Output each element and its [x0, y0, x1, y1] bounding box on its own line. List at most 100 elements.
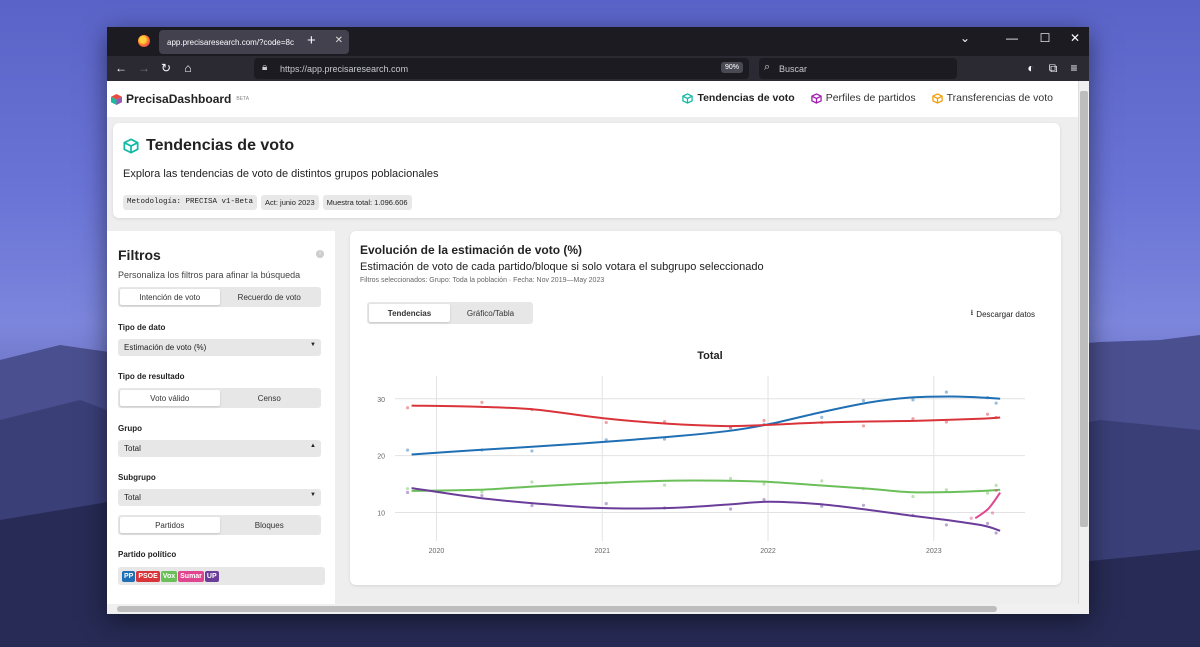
- data-point: [762, 482, 766, 486]
- tab-voto-valido[interactable]: Voto válido: [120, 390, 220, 406]
- data-point: [405, 487, 410, 491]
- back-icon[interactable]: ←: [112, 61, 130, 75]
- group-label: Grupo: [118, 424, 142, 433]
- lock-icon[interactable]: 🔒︎: [262, 62, 267, 73]
- data-point: [994, 401, 998, 405]
- brand-logo[interactable]: PrecisaDashboard BETA: [111, 92, 249, 106]
- group-value: Total: [124, 444, 141, 453]
- search-placeholder: Buscar: [779, 63, 808, 74]
- horizontal-scroll-thumb[interactable]: [117, 606, 997, 612]
- data-point: [861, 398, 866, 403]
- chart-title: Total: [697, 350, 722, 362]
- chart-card: Evolución de la estimación de voto (%) E…: [350, 231, 1061, 585]
- cube-icon: [810, 92, 822, 104]
- search-bar[interactable]: ⌕ Buscar: [759, 58, 957, 79]
- vertical-scroll-thumb[interactable]: [1080, 91, 1088, 527]
- close-window-icon[interactable]: ✕: [1065, 31, 1085, 45]
- dropdown-arrow-icon: ▼: [310, 492, 316, 498]
- data-type-value: Estimación de voto (%): [124, 343, 207, 352]
- data-point: [480, 490, 484, 494]
- site-navbar: PrecisaDashboard BETA Tendencias de voto…: [107, 81, 1089, 117]
- data-point: [530, 504, 534, 508]
- data-point: [728, 476, 733, 481]
- zoom-level[interactable]: 90%: [720, 62, 743, 73]
- reload-icon[interactable]: ↻: [157, 61, 175, 75]
- url-bar[interactable]: 🔒︎ https://app.precisaresearch.com 90%: [254, 58, 749, 79]
- data-point: [762, 418, 766, 423]
- data-point: [944, 488, 948, 492]
- tab-recuerdo[interactable]: Recuerdo de voto: [220, 289, 320, 305]
- profile-icon[interactable]: ◐: [1022, 61, 1040, 75]
- result-type-label: Tipo de resultado: [118, 372, 185, 381]
- data-point: [911, 398, 915, 402]
- x-tick-label: 2020: [429, 548, 445, 555]
- group-select[interactable]: Total ▲: [118, 440, 321, 457]
- data-point: [861, 424, 866, 428]
- party-chips: PP PSOE Vox Sumar UP: [118, 567, 325, 585]
- data-point: [762, 497, 766, 502]
- subgroup-select[interactable]: Total ▼: [118, 489, 321, 506]
- home-icon[interactable]: ⌂: [179, 61, 197, 75]
- party-label: Partido político: [118, 550, 177, 559]
- close-tab-icon[interactable]: ✕: [335, 35, 343, 46]
- info-icon[interactable]: i: [316, 250, 324, 258]
- tab-partidos[interactable]: Partidos: [120, 517, 220, 533]
- new-tab-icon[interactable]: +: [307, 32, 316, 49]
- data-point: [985, 521, 990, 526]
- tab-list-icon[interactable]: ⌄: [955, 31, 975, 45]
- party-chip-psoe[interactable]: PSOE: [136, 570, 160, 582]
- menu-icon[interactable]: ≡: [1065, 61, 1083, 75]
- minimize-icon[interactable]: —: [1002, 31, 1022, 45]
- tab-bloques[interactable]: Bloques: [220, 517, 320, 533]
- nav-link-label: Transferencias de voto: [946, 92, 1053, 104]
- series-line: [411, 404, 1001, 428]
- data-point: [405, 406, 410, 410]
- data-point: [604, 502, 608, 506]
- tab-intencion[interactable]: Intención de voto: [120, 289, 220, 305]
- data-point: [405, 490, 410, 495]
- party-chip-sumar[interactable]: Sumar: [178, 570, 204, 582]
- data-point: [994, 488, 998, 493]
- party-toggle: Partidos Bloques: [118, 515, 321, 535]
- url-text: https://app.precisaresearch.com: [280, 63, 409, 74]
- nav-link-perfiles[interactable]: Perfiles de partidos: [810, 92, 916, 104]
- series-line: [411, 487, 1001, 532]
- extensions-icon[interactable]: ⧉: [1044, 61, 1062, 76]
- party-chip-pp[interactable]: PP: [122, 570, 136, 582]
- tab-censo[interactable]: Censo: [220, 390, 320, 406]
- data-point: [990, 511, 995, 515]
- vertical-scrollbar[interactable]: [1078, 81, 1089, 614]
- data-point: [604, 420, 608, 425]
- data-type-select[interactable]: Estimación de voto (%) ▼: [118, 339, 321, 356]
- horizontal-scrollbar[interactable]: [107, 604, 1079, 614]
- browser-tab[interactable]: app.precisaresearch.com/?code=8c ✕: [159, 30, 349, 54]
- data-point: [530, 480, 534, 484]
- dropdown-arrow-icon: ▲: [310, 443, 316, 449]
- mode-toggle: Intención de voto Recuerdo de voto: [118, 287, 321, 307]
- filters-title: Filtros: [118, 247, 161, 263]
- beta-badge: BETA: [236, 96, 250, 102]
- party-chip-vox[interactable]: Vox: [160, 570, 178, 582]
- cube-icon: [931, 92, 943, 104]
- data-point: [944, 390, 948, 394]
- forward-icon[interactable]: →: [135, 61, 153, 75]
- series-line: [411, 479, 1001, 494]
- data-point: [994, 483, 998, 487]
- data-point: [861, 503, 866, 507]
- subgroup-value: Total: [124, 493, 141, 502]
- x-tick-label: 2022: [760, 548, 776, 555]
- maximize-icon[interactable]: ☐: [1035, 31, 1055, 45]
- data-point: [985, 491, 990, 495]
- result-toggle: Voto válido Censo: [118, 388, 321, 408]
- subgroup-label: Subgrupo: [118, 473, 156, 482]
- page-subtitle: Explora las tendencias de voto de distin…: [123, 168, 439, 180]
- navigation-toolbar: ← → ↻ ⌂ 🔒︎ https://app.precisaresearch.c…: [107, 56, 1089, 81]
- y-tick-label: 20: [377, 454, 385, 461]
- methodology-badge: Metodología: PRECISA v1-Beta: [123, 195, 258, 210]
- data-point: [480, 400, 484, 404]
- nav-link-tendencias[interactable]: Tendencias de voto: [682, 92, 795, 104]
- party-chip-up[interactable]: UP: [204, 570, 219, 582]
- nav-link-transferencias[interactable]: Transferencias de voto: [931, 92, 1053, 104]
- firefox-icon[interactable]: [138, 35, 150, 47]
- filters-subtitle: Personaliza los filtros para afinar la b…: [118, 270, 301, 280]
